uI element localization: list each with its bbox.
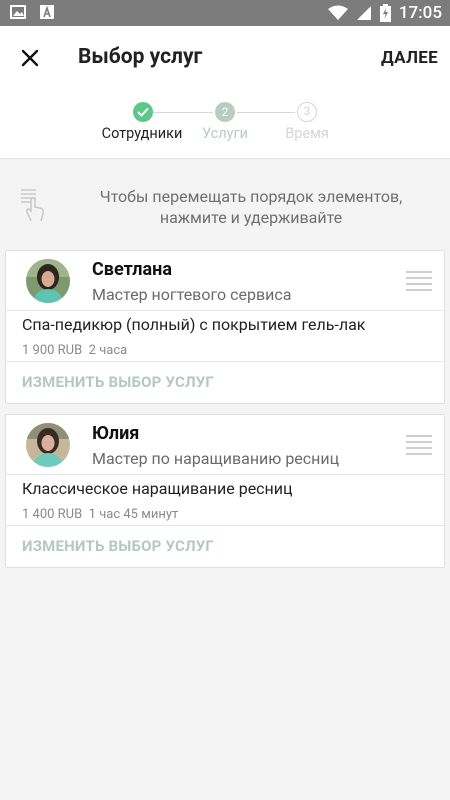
master-card: Юлия Мастер по наращиванию ресниц Класси… xyxy=(5,414,445,568)
a-letter-icon xyxy=(40,5,54,19)
next-button[interactable]: ДАЛЕЕ xyxy=(381,48,438,68)
master-name: Светлана xyxy=(92,259,172,280)
divider xyxy=(6,361,444,362)
status-time: 17:05 xyxy=(398,3,442,23)
battery-charging-icon xyxy=(379,4,391,22)
step-label-time: Время xyxy=(285,125,329,142)
service-name: Спа-педикюр (полный) с покрытием гель-ла… xyxy=(22,315,366,334)
check-icon xyxy=(137,108,149,117)
master-role: Мастер по наращиванию ресниц xyxy=(92,449,340,468)
service-price: 1 400 RUB xyxy=(22,507,83,522)
change-services-button[interactable]: ИЗМЕНИТЬ ВЫБОР УСЛУГ xyxy=(22,373,214,391)
wifi-icon xyxy=(327,5,348,20)
page-title: Выбор услуг xyxy=(78,45,203,69)
master-name: Юлия xyxy=(92,423,140,444)
signal-icon xyxy=(356,6,371,20)
drag-handle-icon[interactable] xyxy=(406,435,432,459)
service-meta: 1 900 RUB 2 часа xyxy=(22,343,127,358)
master-role: Мастер ногтевого сервиса xyxy=(92,285,292,304)
service-name: Классическое наращивание ресниц xyxy=(22,479,293,498)
divider xyxy=(6,310,444,311)
stepper-connector xyxy=(153,112,213,113)
avatar xyxy=(26,423,70,467)
drag-handle-icon[interactable] xyxy=(406,271,432,295)
avatar xyxy=(26,259,70,303)
image-icon xyxy=(10,5,26,19)
app-bar: Выбор услуг ДАЛЕЕ xyxy=(0,26,450,90)
step-current-circle: 2 xyxy=(215,102,235,122)
progress-stepper: Сотрудники 2 Услуги 3 Время xyxy=(0,90,450,159)
divider xyxy=(6,525,444,526)
close-button[interactable] xyxy=(14,42,46,74)
touch-drag-icon xyxy=(21,189,44,222)
service-meta: 1 400 RUB 1 час 45 минут xyxy=(22,507,178,522)
reorder-hint: Чтобы перемещать порядок элементов, нажм… xyxy=(0,170,450,240)
master-card: Светлана Мастер ногтевого сервиса Спа-пе… xyxy=(5,250,445,404)
service-duration: 2 часа xyxy=(88,343,128,358)
close-icon xyxy=(21,49,39,67)
step-upcoming-circle: 3 xyxy=(297,102,317,122)
reorder-hint-text: Чтобы перемещать порядок элементов, нажм… xyxy=(99,187,403,227)
stepper-connector xyxy=(237,112,295,113)
service-price: 1 900 RUB xyxy=(22,343,83,358)
service-duration: 1 час 45 минут xyxy=(88,507,179,522)
change-services-button[interactable]: ИЗМЕНИТЬ ВЫБОР УСЛУГ xyxy=(22,537,214,555)
status-bar: 17:05 xyxy=(0,0,450,26)
divider xyxy=(6,474,444,475)
step-done-circle xyxy=(133,102,153,122)
